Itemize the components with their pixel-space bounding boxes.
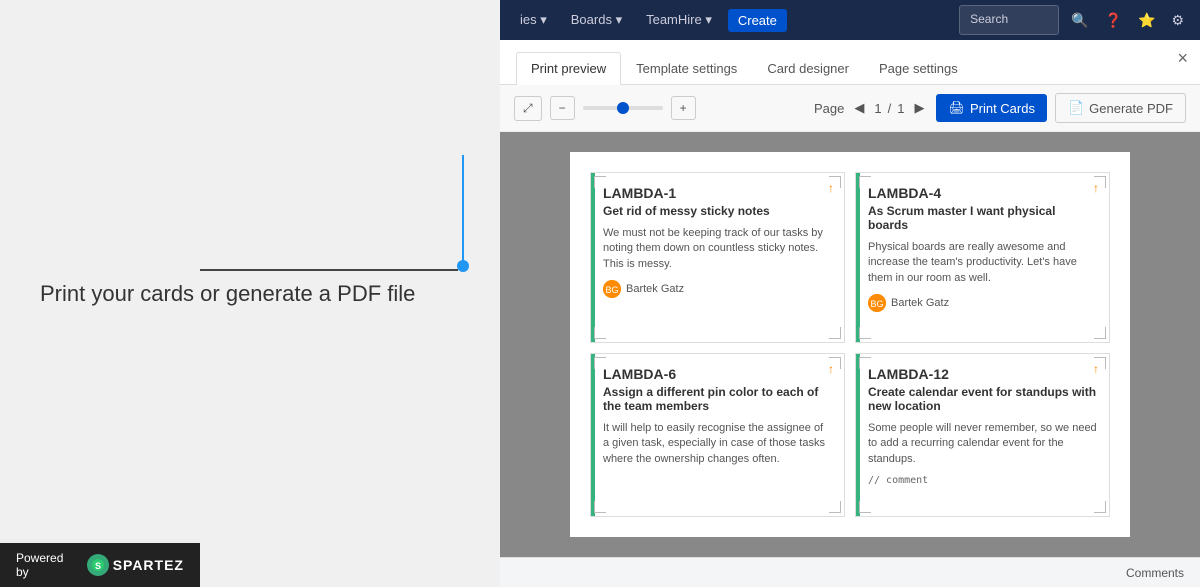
corner-br bbox=[1094, 327, 1106, 339]
corner-br bbox=[829, 327, 841, 339]
corner-tl bbox=[859, 357, 871, 369]
card-border bbox=[856, 173, 860, 342]
nav-bar: ies ▾ Boards ▾ TeamHire ▾ Create Search … bbox=[500, 0, 1200, 40]
card-id: LAMBDA-6 bbox=[603, 366, 832, 382]
card-lambda-12: ↑ LAMBDA-12 Create calendar event for st… bbox=[855, 353, 1110, 517]
nav-item-boards[interactable]: Boards ▾ bbox=[563, 8, 630, 32]
page-total: 1 bbox=[897, 101, 904, 116]
left-panel: Print your cards or generate a PDF file … bbox=[0, 0, 510, 587]
card-assignee: BG Bartek Gatz bbox=[603, 280, 832, 298]
app-window: ies ▾ Boards ▾ TeamHire ▾ Create Search … bbox=[500, 0, 1200, 587]
card-id: LAMBDA-1 bbox=[603, 185, 832, 201]
tab-page-settings[interactable]: Page settings bbox=[864, 52, 973, 84]
modal-content: × Print preview Template settings Card d… bbox=[500, 40, 1200, 587]
spartez-icon: S bbox=[87, 554, 109, 576]
card-title: Create calendar event for standups with … bbox=[868, 385, 1097, 413]
print-icon: 🖨 bbox=[948, 100, 965, 116]
spartez-logo: S SPARTEZ bbox=[87, 554, 184, 576]
page-separator: / bbox=[888, 101, 892, 116]
card-id: LAMBDA-12 bbox=[868, 366, 1097, 382]
print-cards-button[interactable]: 🖨 Print Cards bbox=[936, 94, 1047, 122]
powered-by-bar: Powered by S SPARTEZ bbox=[0, 543, 200, 587]
powered-by-text: Powered by bbox=[16, 551, 79, 579]
nav-create-button[interactable]: Create bbox=[728, 9, 787, 32]
preview-area: ↑ LAMBDA-1 Get rid of messy sticky notes… bbox=[500, 132, 1200, 557]
card-body: We must not be keeping track of our task… bbox=[603, 226, 832, 272]
assignee-name: Bartek Gatz bbox=[626, 283, 684, 295]
card-title: As Scrum master I want physical boards bbox=[868, 204, 1097, 232]
card-body: Some people will never remember, so we n… bbox=[868, 421, 1097, 467]
corner-bl bbox=[859, 501, 871, 513]
corner-bl bbox=[594, 327, 606, 339]
pdf-icon: 📄 bbox=[1068, 100, 1084, 116]
comments-label: Comments bbox=[1126, 566, 1184, 580]
modal-close-button[interactable]: × bbox=[1177, 48, 1188, 69]
nav-search[interactable]: Search bbox=[959, 5, 1059, 34]
svg-text:BG: BG bbox=[605, 285, 618, 295]
generate-pdf-button[interactable]: 📄 Generate PDF bbox=[1055, 93, 1186, 123]
expand-button[interactable]: ⤢ bbox=[514, 96, 542, 121]
zoom-slider[interactable] bbox=[583, 106, 663, 110]
card-lambda-4: ↑ LAMBDA-4 As Scrum master I want physic… bbox=[855, 172, 1110, 343]
card-body: Physical boards are really awesome and i… bbox=[868, 240, 1097, 286]
connector-dot bbox=[457, 260, 469, 272]
card-title: Get rid of messy sticky notes bbox=[603, 204, 832, 218]
tab-print-preview[interactable]: Print preview bbox=[516, 52, 621, 85]
page-current: 1 bbox=[874, 101, 881, 116]
corner-tl bbox=[594, 176, 606, 188]
corner-bl bbox=[594, 501, 606, 513]
corner-br bbox=[829, 501, 841, 513]
corner-br bbox=[1094, 501, 1106, 513]
page-prev-button[interactable]: ◀ bbox=[850, 98, 868, 118]
nav-item-ies[interactable]: ies ▾ bbox=[512, 8, 555, 32]
annotation-text: Print your cards or generate a PDF file bbox=[40, 281, 415, 307]
corner-bl bbox=[859, 327, 871, 339]
help-icon[interactable]: ❓ bbox=[1101, 8, 1126, 33]
page-label: Page bbox=[814, 101, 844, 116]
card-border bbox=[591, 354, 595, 516]
corner-tl bbox=[594, 357, 606, 369]
corner-tl bbox=[859, 176, 871, 188]
assignee-avatar: BG bbox=[603, 280, 621, 298]
spartez-name: SPARTEZ bbox=[113, 557, 184, 573]
priority-icon: ↑ bbox=[828, 181, 834, 195]
card-comment: // comment bbox=[868, 475, 1097, 486]
card-border bbox=[856, 354, 860, 516]
zoom-out-button[interactable]: − bbox=[550, 96, 575, 120]
toolbar: ⤢ − + Page ◀ 1 / 1 ▶ 🖨 Print Cards 📄 Gen… bbox=[500, 85, 1200, 132]
card-border bbox=[591, 173, 595, 342]
card-assignee: BG Bartek Gatz bbox=[868, 294, 1097, 312]
card-title: Assign a different pin color to each of … bbox=[603, 385, 832, 413]
tab-template-settings[interactable]: Template settings bbox=[621, 52, 752, 84]
nav-item-teamhire[interactable]: TeamHire ▾ bbox=[638, 8, 720, 32]
priority-icon: ↑ bbox=[1093, 181, 1099, 195]
zoom-thumb bbox=[617, 102, 629, 114]
arrow-horizontal-line bbox=[200, 269, 458, 271]
nav-right: Search 🔍 ❓ ⭐ ⚙ bbox=[959, 5, 1188, 34]
search-icon[interactable]: 🔍 bbox=[1067, 8, 1092, 33]
svg-text:S: S bbox=[95, 561, 101, 571]
assignee-avatar: BG bbox=[868, 294, 886, 312]
page-next-button[interactable]: ▶ bbox=[910, 98, 928, 118]
priority-icon: ↑ bbox=[828, 362, 834, 376]
tabs-bar: Print preview Template settings Card des… bbox=[500, 40, 1200, 85]
zoom-in-button[interactable]: + bbox=[671, 96, 696, 120]
card-body: It will help to easily recognise the ass… bbox=[603, 421, 832, 467]
assignee-name: Bartek Gatz bbox=[891, 297, 949, 309]
star-icon[interactable]: ⭐ bbox=[1134, 8, 1159, 33]
svg-text:BG: BG bbox=[870, 299, 883, 309]
page-info: Page ◀ 1 / 1 ▶ bbox=[814, 98, 928, 118]
card-lambda-1: ↑ LAMBDA-1 Get rid of messy sticky notes… bbox=[590, 172, 845, 343]
status-bar: Comments bbox=[500, 557, 1200, 587]
card-id: LAMBDA-4 bbox=[868, 185, 1097, 201]
annotation-area: Print your cards or generate a PDF file bbox=[0, 0, 510, 587]
card-lambda-6: ↑ LAMBDA-6 Assign a different pin color … bbox=[590, 353, 845, 517]
tab-card-designer[interactable]: Card designer bbox=[752, 52, 864, 84]
settings-icon[interactable]: ⚙ bbox=[1167, 8, 1188, 33]
page-preview: ↑ LAMBDA-1 Get rid of messy sticky notes… bbox=[570, 152, 1130, 537]
priority-icon: ↑ bbox=[1093, 362, 1099, 376]
connector-line bbox=[462, 155, 464, 263]
